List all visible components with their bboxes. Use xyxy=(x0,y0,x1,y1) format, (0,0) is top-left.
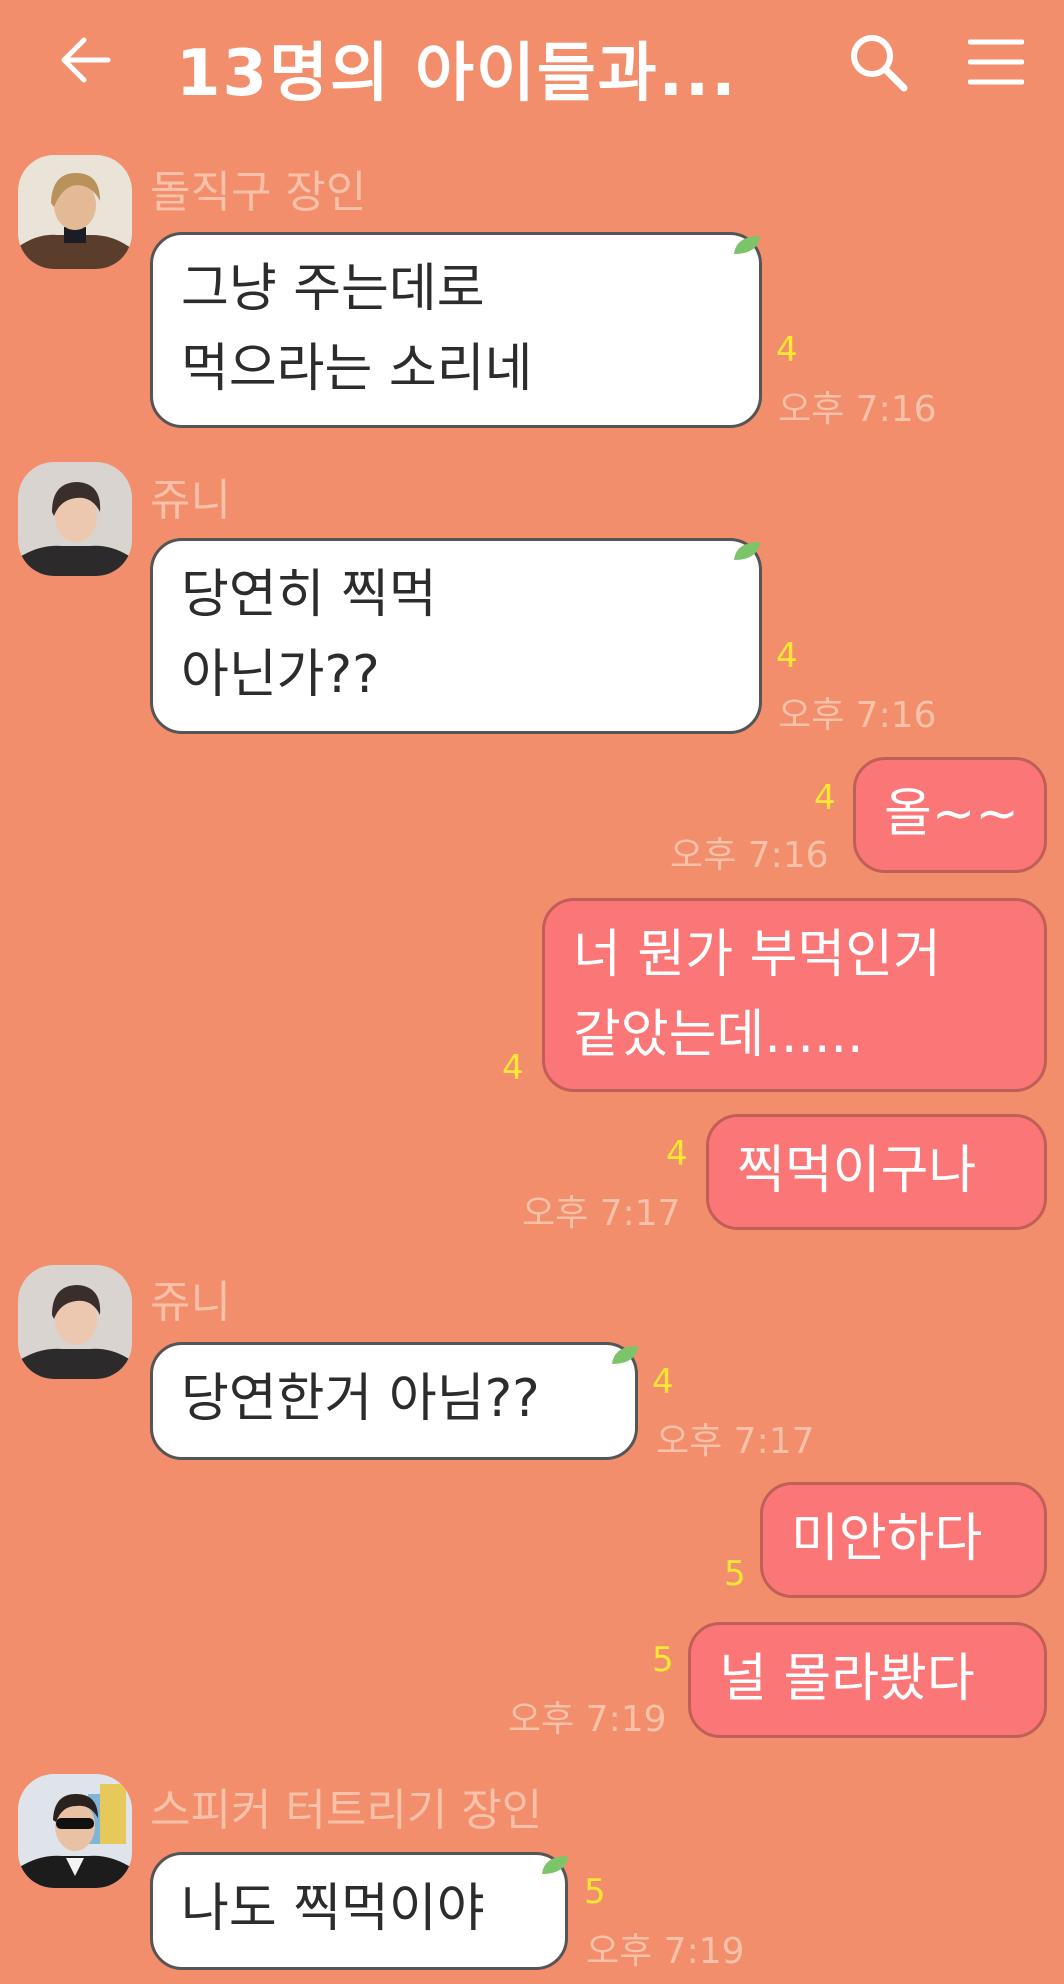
message-bubble[interactable]: 그냥 주는데로 먹으라는 소리네 xyxy=(150,232,762,428)
message-bubble[interactable]: 당연한거 아님?? xyxy=(150,1342,638,1460)
avatar[interactable] xyxy=(18,155,132,269)
chat-header: 13명의 아이들과... xyxy=(0,0,1064,130)
menu-button[interactable] xyxy=(967,36,1025,88)
chat-title: 13명의 아이들과... xyxy=(176,37,738,111)
unread-count: 4 xyxy=(776,330,798,370)
message-text: 먹으라는 소리네 xyxy=(181,339,533,399)
unread-count: 4 xyxy=(652,1362,674,1402)
leaf-decoration xyxy=(734,542,760,560)
avatar[interactable] xyxy=(18,1774,132,1888)
avatar[interactable] xyxy=(18,462,132,576)
message-bubble[interactable]: 미안하다 xyxy=(760,1482,1047,1598)
profile-photo xyxy=(18,155,132,269)
message-text: 당연한거 아님?? xyxy=(181,1369,540,1429)
message-text: 아닌가?? xyxy=(181,645,380,705)
message-time: 오후 7:16 xyxy=(778,389,937,430)
sender-name: 돌직구 장인 xyxy=(150,167,367,218)
back-button[interactable] xyxy=(56,30,116,90)
sender-name: 쥬니 xyxy=(150,475,231,526)
leaf-decoration xyxy=(542,1856,568,1874)
arrow-left-icon xyxy=(61,37,111,83)
sender-name: 쥬니 xyxy=(150,1277,231,1328)
leaf-decoration xyxy=(734,236,760,254)
message-bubble[interactable]: 널 몰라봤다 xyxy=(688,1622,1047,1738)
search-icon xyxy=(851,35,908,92)
unread-count: 4 xyxy=(776,636,798,676)
profile-photo xyxy=(18,462,132,576)
message-text: 찍먹이구나 xyxy=(737,1141,977,1201)
message-time: 오후 7:16 xyxy=(670,835,829,876)
message-bubble[interactable]: 찍먹이구나 xyxy=(706,1114,1047,1230)
unread-count: 5 xyxy=(652,1640,674,1680)
unread-count: 4 xyxy=(814,778,836,818)
message-bubble[interactable]: 너 뭔가 부먹인거 같았는데...... xyxy=(542,898,1047,1092)
message-text: 널 몰라봤다 xyxy=(719,1649,975,1709)
search-button[interactable] xyxy=(846,30,910,94)
message-bubble[interactable]: 당연히 찍먹 아닌가?? xyxy=(150,538,762,734)
profile-photo xyxy=(18,1265,132,1379)
message-text: 당연히 찍먹 xyxy=(181,565,437,625)
message-text: 너 뭔가 부먹인거 xyxy=(573,925,941,985)
message-text: 미안하다 xyxy=(791,1509,983,1569)
profile-photo xyxy=(18,1774,132,1888)
message-time: 오후 7:16 xyxy=(778,695,937,736)
message-time: 오후 7:17 xyxy=(656,1421,815,1462)
hamburger-menu-icon xyxy=(967,39,1025,85)
unread-count: 5 xyxy=(724,1554,746,1594)
message-bubble[interactable]: 올~~ xyxy=(853,757,1047,873)
message-text: 같았는데...... xyxy=(573,1005,864,1065)
sender-name: 스피커 터트리기 장인 xyxy=(150,1785,543,1836)
leaf-decoration xyxy=(612,1346,638,1364)
message-time: 오후 7:17 xyxy=(522,1193,681,1234)
message-text: 나도 찍먹이야 xyxy=(181,1879,485,1939)
message-text: 올~~ xyxy=(884,784,1019,844)
unread-count: 4 xyxy=(502,1048,524,1088)
message-time: 오후 7:19 xyxy=(586,1931,745,1972)
unread-count: 5 xyxy=(584,1872,606,1912)
message-time: 오후 7:19 xyxy=(508,1699,667,1740)
message-bubble[interactable]: 나도 찍먹이야 xyxy=(150,1852,568,1970)
unread-count: 4 xyxy=(666,1134,688,1174)
avatar[interactable] xyxy=(18,1265,132,1379)
message-text: 그냥 주는데로 xyxy=(181,259,485,319)
